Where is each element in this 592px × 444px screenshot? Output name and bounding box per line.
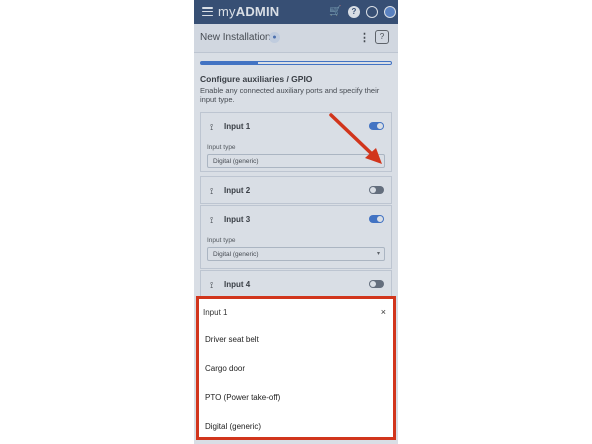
sheet-title: Input 1 (203, 308, 228, 317)
option-cargo-door[interactable]: Cargo door (205, 364, 245, 373)
option-driver-seat-belt[interactable]: Driver seat belt (205, 335, 259, 344)
option-pto[interactable]: PTO (Power take-off) (205, 393, 280, 402)
close-icon[interactable]: × (381, 307, 386, 317)
option-digital-generic[interactable]: Digital (generic) (205, 422, 261, 431)
input-type-bottom-sheet: Input 1 × Driver seat belt Cargo door PT… (196, 296, 396, 440)
